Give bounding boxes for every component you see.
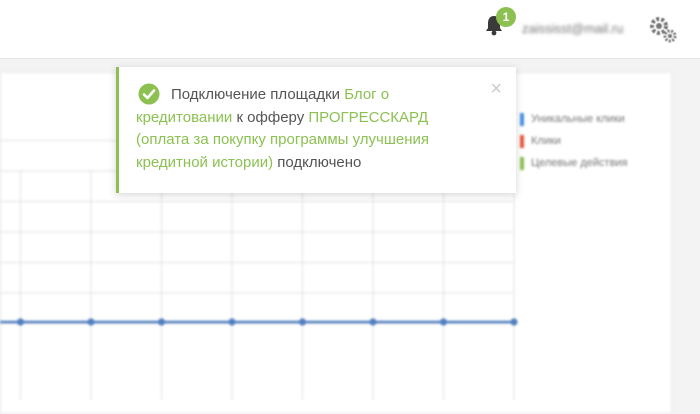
settings-gear-icon[interactable] [648,14,678,44]
legend-swatch [520,134,524,148]
legend-label: Клики [531,135,561,147]
data-point[interactable] [510,318,518,326]
data-point[interactable] [157,318,166,326]
chart-legend: Уникальные клики Клики Целевые действия [520,108,628,174]
data-point[interactable] [439,318,448,326]
data-point[interactable] [87,318,95,326]
data-point[interactable] [228,318,236,326]
notification-message: Подключение площадки Блог о кредитовании… [136,84,481,174]
data-point[interactable] [369,318,377,326]
legend-item[interactable]: Клики [520,130,628,152]
legend-swatch [520,112,524,126]
connection-notification: Подключение площадки Блог о кредитовании… [116,67,516,193]
legend-item[interactable]: Уникальные клики [520,108,628,130]
legend-label: Уникальные клики [531,113,625,125]
message-text-part2: к офферу [232,108,309,126]
message-text-part1: Подключение площадки [171,86,345,103]
notification-count-badge: 1 [496,7,516,27]
data-point[interactable] [298,318,307,326]
legend-label: Целевые действия [531,157,628,169]
user-email[interactable]: zaississt@mail.ru [522,21,623,36]
legend-swatch [520,156,524,170]
top-bar: 1 zaississt@mail.ru [0,0,700,59]
message-text-part3: подключено [273,153,362,171]
legend-item[interactable]: Целевые действия [520,152,628,174]
close-button[interactable]: × [490,79,502,99]
data-point[interactable] [16,318,25,326]
